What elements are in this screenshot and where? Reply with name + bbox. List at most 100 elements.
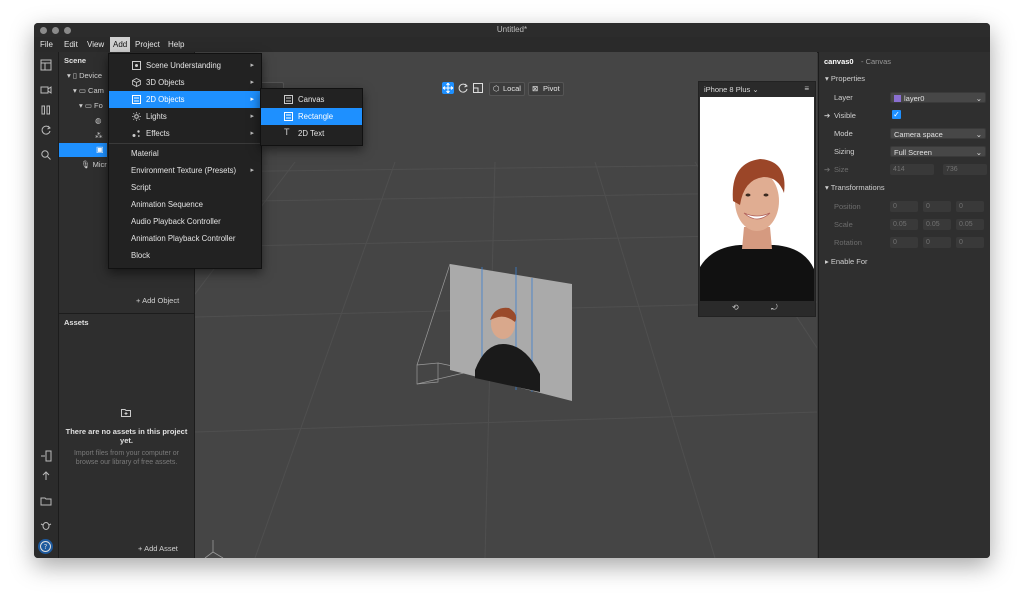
visible-checkbox[interactable]: ✓ <box>892 110 901 119</box>
upload-icon[interactable] <box>40 470 52 482</box>
device-dropdown[interactable]: iPhone 8 Plus ⌄ <box>704 85 759 94</box>
properties-section-toggle[interactable]: ▾ Properties <box>825 74 865 83</box>
scale-y-field[interactable]: 0.05 <box>923 219 951 230</box>
menu-divider <box>109 143 261 144</box>
assets-panel-title: Assets <box>64 318 89 327</box>
zoom-icon[interactable] <box>40 149 52 161</box>
menu-item-block[interactable]: Block <box>109 247 261 264</box>
pivot-label: Pivot <box>543 84 560 93</box>
add-asset-button[interactable]: + Add Asset <box>138 544 178 553</box>
rotation-x-field[interactable]: 0 <box>890 237 918 248</box>
add-object-label: Add Object <box>142 296 180 305</box>
scale-x-field[interactable]: 0.05 <box>890 219 918 230</box>
menu-item-animation-sequence[interactable]: Animation Sequence <box>109 196 261 213</box>
folder-icon[interactable] <box>40 495 52 507</box>
square-icon <box>132 95 141 104</box>
send-to-device-icon[interactable] <box>40 450 52 462</box>
add-menu: Scene Understanding ▸ 3D Objects ▸ 2D Obje… <box>108 53 262 269</box>
visible-keyframe-icon[interactable]: ➔ <box>824 111 830 120</box>
effects-icon <box>132 129 141 138</box>
menu-item-script[interactable]: Script <box>109 179 261 196</box>
inspector-object-type: - Canvas <box>861 57 892 66</box>
menu-item-scene-understanding[interactable]: Scene Understanding ▸ <box>109 57 261 74</box>
globe-icon[interactable]: ◍ <box>95 116 102 125</box>
device-simulator: iPhone 8 Plus ⌄ ≡ ⟲ ⤾ <box>698 81 816 317</box>
menu-item-lights[interactable]: Lights ▸ <box>109 108 261 125</box>
particles-icon[interactable]: ⁂ <box>95 131 103 140</box>
local-toggle[interactable]: ⬡ Local <box>489 82 525 96</box>
chevron-down-icon: ⌄ <box>975 148 982 157</box>
tree-item-focal[interactable]: ▾ ▭ Fo <box>79 101 103 110</box>
sizing-dropdown[interactable]: Full Screen ⌄ <box>890 146 986 157</box>
simulator-screen <box>700 97 814 301</box>
inspector-object-name: canvas0 <box>824 57 854 66</box>
chevron-down-icon: ⌄ <box>752 85 759 94</box>
menu-help[interactable]: Help <box>168 40 184 49</box>
add-object-button[interactable]: + Add Object <box>136 296 179 305</box>
submenu-item-label: Rectangle <box>298 112 334 121</box>
sizing-value: Full Screen <box>894 148 932 157</box>
scale-z-field[interactable]: 0.05 <box>956 219 984 230</box>
refresh-icon[interactable] <box>40 124 52 136</box>
inspector-panel: canvas0 - Canvas ▾ Properties Layer laye… <box>818 52 990 558</box>
tree-item-microphone[interactable]: 🎙︎ Micr <box>81 160 107 169</box>
tree-item-device[interactable]: ▾ ▯ Device <box>67 71 102 80</box>
size-height-field[interactable]: 736 <box>943 164 987 175</box>
bug-icon[interactable] <box>40 519 52 531</box>
layer-swatch <box>894 95 901 102</box>
scene-panel-title: Scene <box>64 56 87 65</box>
rotate-tool-button[interactable] <box>457 82 469 94</box>
position-y-field[interactable]: 0 <box>923 201 951 212</box>
menu-item-label: Scene Understanding <box>146 61 221 70</box>
simulator-menu-icon[interactable]: ≡ <box>804 84 809 93</box>
size-width-field[interactable]: 414 <box>890 164 934 175</box>
menu-view[interactable]: View <box>87 40 104 49</box>
submenu-arrow-icon: ▸ <box>250 113 254 120</box>
menu-file[interactable]: File <box>40 40 53 49</box>
device-label: iPhone 8 Plus <box>704 85 751 94</box>
tree-item-canvas-selected[interactable]: ▣ <box>59 143 107 157</box>
move-tool-button[interactable] <box>442 82 454 94</box>
submenu-item-2d-text[interactable]: T 2D Text <box>261 125 362 142</box>
transformations-section-toggle[interactable]: ▾ Transformations <box>825 183 885 192</box>
tree-item-microphone-label: Micr <box>92 160 107 169</box>
submenu-item-rectangle[interactable]: Rectangle <box>261 108 362 125</box>
menu-project[interactable]: Project <box>135 40 160 49</box>
menu-item-label: Audio Playback Controller <box>131 217 221 226</box>
position-z-field[interactable]: 0 <box>956 201 984 212</box>
mode-label: Mode <box>834 129 853 138</box>
layer-dropdown[interactable]: layer0 ⌄ <box>890 92 986 103</box>
pivot-toggle[interactable]: ⊠ Pivot <box>528 82 564 96</box>
submenu-item-canvas[interactable]: Canvas <box>261 91 362 108</box>
scale-icon <box>473 83 483 93</box>
menu-item-effects[interactable]: Effects ▸ <box>109 125 261 142</box>
cube-icon <box>132 78 141 87</box>
menu-item-2d-objects[interactable]: 2D Objects ▸ <box>109 91 261 108</box>
help-icon[interactable]: ? <box>38 539 53 554</box>
position-x-field[interactable]: 0 <box>890 201 918 212</box>
menu-item-audio-playback-controller[interactable]: Audio Playback Controller <box>109 213 261 230</box>
menu-item-label: Animation Sequence <box>131 200 203 209</box>
add-asset-label: Add Asset <box>144 544 178 553</box>
mode-value: Camera space <box>894 130 943 139</box>
canvas-icon: ▣ <box>96 145 104 154</box>
chevron-down-icon: ⌄ <box>975 94 982 103</box>
rotation-y-field[interactable]: 0 <box>923 237 951 248</box>
mode-dropdown[interactable]: Camera space ⌄ <box>890 128 986 139</box>
enable-for-section-toggle[interactable]: ▸ Enable For <box>825 257 868 266</box>
menu-item-animation-playback-controller[interactable]: Animation Playback Controller <box>109 230 261 247</box>
rotation-z-field[interactable]: 0 <box>956 237 984 248</box>
size-keyframe-icon: ➔ <box>824 165 831 174</box>
menu-item-3d-objects[interactable]: 3D Objects ▸ <box>109 74 261 91</box>
pause-icon[interactable] <box>40 104 52 116</box>
menu-add[interactable]: Add <box>110 37 131 52</box>
menu-item-environment-texture[interactable]: Environment Texture (Presets) ▸ <box>109 162 261 179</box>
menu-edit[interactable]: Edit <box>64 40 78 49</box>
menu-item-material[interactable]: Material <box>109 145 261 162</box>
rotate-device-icon[interactable]: ⟲ <box>732 303 739 312</box>
tree-item-camera[interactable]: ▾ ▭ Cam <box>73 86 104 95</box>
flip-camera-icon[interactable]: ⤾ <box>771 303 778 313</box>
scale-tool-button[interactable] <box>472 82 484 94</box>
layout-icon[interactable] <box>40 59 52 71</box>
camera-view-icon[interactable] <box>40 84 52 96</box>
